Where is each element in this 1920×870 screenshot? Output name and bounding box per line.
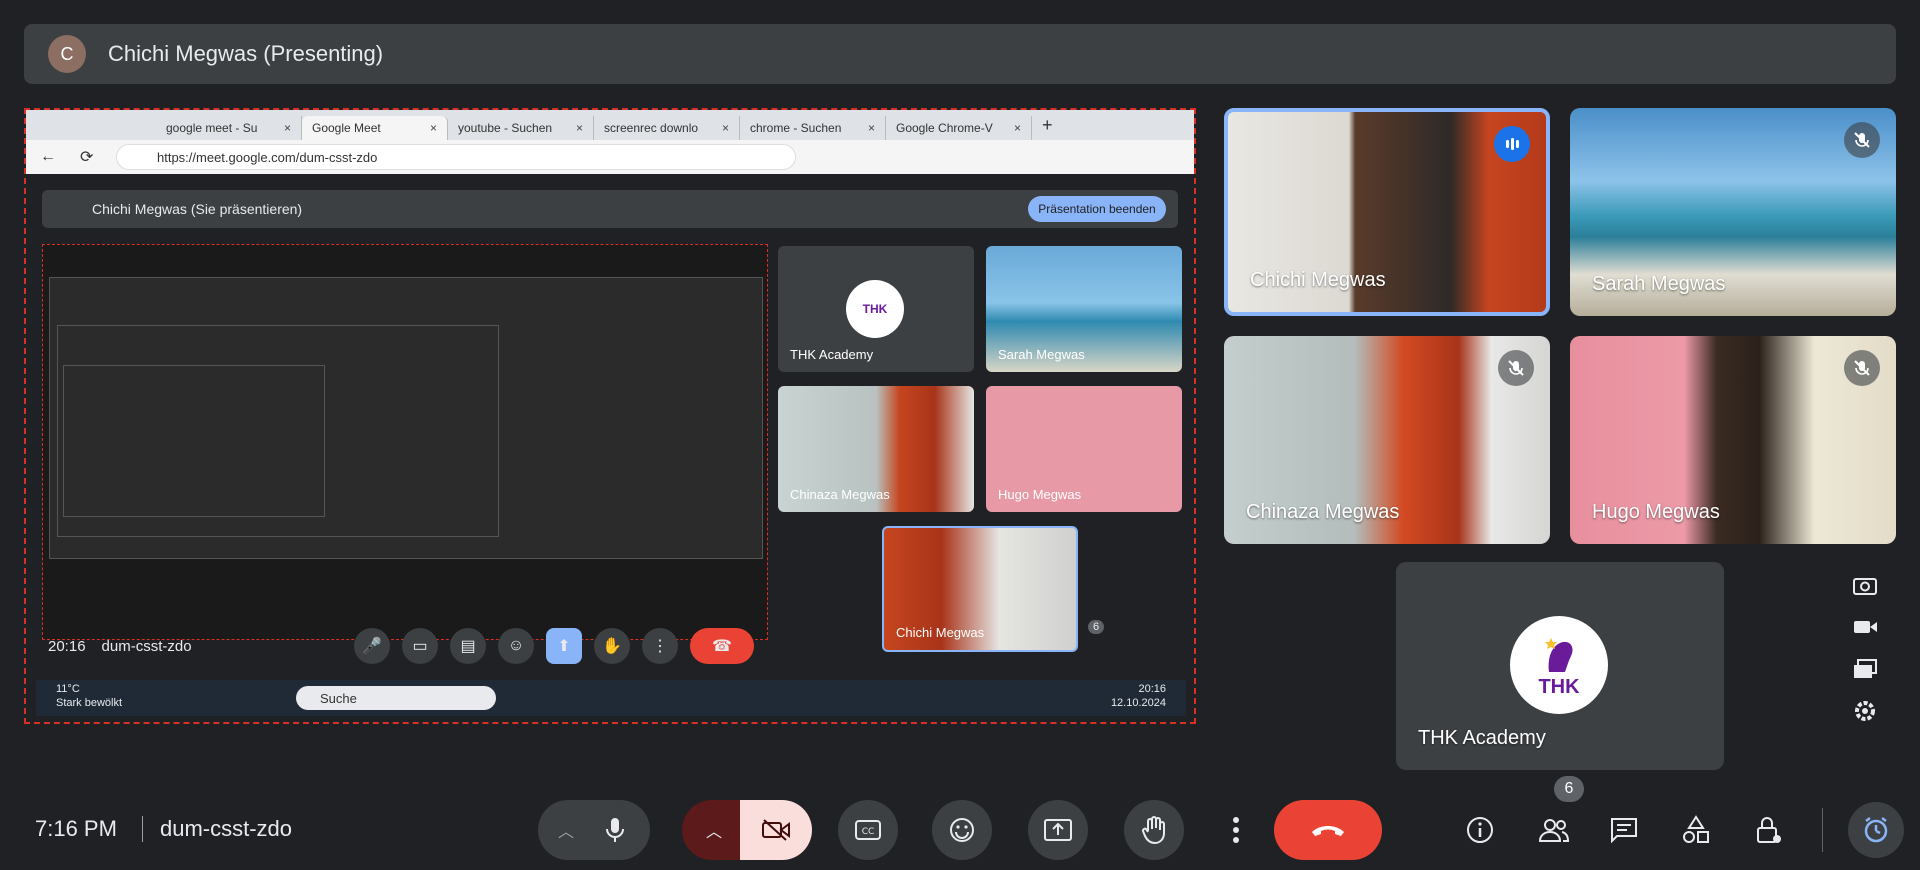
nested-level xyxy=(63,365,325,517)
meeting-info-icon[interactable] xyxy=(1456,806,1504,854)
svg-text:CC: CC xyxy=(862,827,875,837)
browser-tab[interactable]: google meet - Su × xyxy=(156,116,302,140)
people-icon[interactable] xyxy=(1530,806,1578,854)
browser-tab[interactable]: Google Chrome-V × xyxy=(886,116,1032,140)
presenter-bar: C Chichi Megwas (Presenting) xyxy=(24,24,1896,84)
speaking-indicator-icon xyxy=(1494,126,1530,162)
presenter-title: Chichi Megwas (Presenting) xyxy=(108,41,384,66)
taskbar-search[interactable]: Suche xyxy=(296,686,496,710)
mic-muted-icon xyxy=(1844,350,1880,386)
mic-button[interactable]: ︿ xyxy=(538,800,650,860)
back-icon[interactable]: ← xyxy=(40,148,56,166)
participant-tile[interactable]: Chinaza Megwas xyxy=(1224,336,1550,544)
participant-name: Sarah Megwas xyxy=(1592,273,1726,295)
inner-present-icon[interactable]: ⬆ xyxy=(546,628,582,664)
chevron-up-icon[interactable]: ︿ xyxy=(558,818,574,842)
inner-mic-icon[interactable]: 🎤 xyxy=(354,628,390,664)
taskbar-clock: 20:16 12.10.2024 xyxy=(1110,683,1166,709)
inner-tile-thk: THK THK Academy xyxy=(778,246,974,372)
end-call-button[interactable] xyxy=(1274,800,1382,860)
divider xyxy=(1822,808,1823,852)
browser-tab[interactable]: chrome - Suchen × xyxy=(740,116,886,140)
host-controls-icon[interactable] xyxy=(1744,806,1792,854)
inner-presenting-title: Chichi Megwas (Sie präsentieren) xyxy=(92,201,303,217)
url-field[interactable]: https://meet.google.com/dum-csst-zdo xyxy=(116,144,796,170)
more-options-button[interactable] xyxy=(1206,800,1266,860)
inner-more-icon[interactable]: ⋮ xyxy=(642,628,678,664)
raise-hand-button[interactable] xyxy=(1124,800,1184,860)
participant-name: Hugo Megwas xyxy=(1592,501,1720,523)
inner-emoji-icon[interactable]: ☺ xyxy=(498,628,534,664)
address-bar-row: ← ⟳ https://meet.google.com/dum-csst-zdo xyxy=(26,140,1194,174)
participant-tile[interactable]: Chichi Megwas xyxy=(1224,108,1550,316)
inner-meeting-code: dum-csst-zdo xyxy=(101,637,192,655)
inner-tile-sarah: Sarah Megwas xyxy=(986,246,1182,372)
participant-tile[interactable]: THK THK Academy xyxy=(1396,562,1724,770)
meeting-time: 7:16 PM xyxy=(35,816,117,841)
divider xyxy=(142,816,143,842)
inner-camera-icon[interactable]: ▭ xyxy=(402,628,438,664)
inner-tile-chinaza: Chinaza Megwas xyxy=(778,386,974,512)
presenter-avatar: C xyxy=(48,35,86,73)
inner-time: 20:16 xyxy=(48,637,86,655)
participant-tile[interactable]: Hugo Megwas xyxy=(1570,336,1896,544)
weather-widget[interactable]: 11°C Stark bewölkt xyxy=(56,682,122,710)
browser-tab[interactable]: Google Meet × xyxy=(302,116,448,140)
emoji-button[interactable] xyxy=(932,800,992,860)
inner-hand-icon[interactable]: ✋ xyxy=(594,628,630,664)
settings-icon[interactable] xyxy=(1848,694,1882,728)
inner-end-call-icon[interactable]: ☎ xyxy=(690,628,754,664)
people-count-badge: 6 xyxy=(1554,776,1584,802)
thk-logo-icon: THK xyxy=(1510,616,1608,714)
activities-icon[interactable] xyxy=(1672,806,1720,854)
browser-tabstrip: google meet - Su × Google Meet × youtube -… xyxy=(26,110,1194,140)
participant-name: Chinaza Megwas xyxy=(1246,501,1400,523)
timer-icon[interactable] xyxy=(1848,802,1904,858)
participant-name: Chichi Megwas xyxy=(1250,269,1386,291)
participant-tile[interactable]: Sarah Megwas xyxy=(1570,108,1896,316)
screenshot-icon[interactable] xyxy=(1848,568,1882,602)
new-tab-icon[interactable]: + xyxy=(1042,115,1053,136)
camera-off-icon[interactable] xyxy=(740,800,812,860)
nested-screen-recursion xyxy=(42,244,768,640)
present-button[interactable] xyxy=(1028,800,1088,860)
mic-muted-icon xyxy=(1498,350,1534,386)
meeting-code: dum-csst-zdo xyxy=(160,816,293,841)
chevron-up-icon[interactable]: ︿ xyxy=(706,818,722,842)
inner-tile-hugo: Hugo Megwas xyxy=(986,386,1182,512)
windows-icon[interactable] xyxy=(1848,652,1882,686)
meeting-controls-bar: 7:16 PM dum-csst-zdo ︿ ︿ CC 6 xyxy=(0,776,1920,870)
inner-presenting-bar: Chichi Megwas (Sie präsentieren) Präsent… xyxy=(42,190,1178,228)
reload-icon[interactable]: ⟳ xyxy=(80,147,93,167)
inner-meet-view: Chichi Megwas (Sie präsentieren) Präsent… xyxy=(36,178,1186,716)
browser-tab[interactable]: screenrec downlo × xyxy=(594,116,740,140)
chat-icon[interactable] xyxy=(1600,806,1648,854)
shared-screen: google meet - Su × Google Meet × youtube -… xyxy=(24,108,1196,724)
browser-tab[interactable]: youtube - Suchen × xyxy=(448,116,594,140)
inner-captions-icon[interactable]: ▤ xyxy=(450,628,486,664)
inner-people-count: 6 xyxy=(1088,620,1105,634)
record-video-icon[interactable] xyxy=(1848,610,1882,644)
captions-button[interactable]: CC xyxy=(838,800,898,860)
mic-muted-icon xyxy=(1844,122,1880,158)
stop-presenting-button[interactable]: Präsentation beenden xyxy=(1028,196,1166,222)
thk-logo-icon: THK xyxy=(846,280,904,338)
participant-name: THK Academy xyxy=(1418,727,1546,749)
inner-controls-bar: 20:16 dum-csst-zdo 🎤 ▭ ▤ ☺ ⬆ ✋ ⋮ ☎ 6 xyxy=(36,616,1186,676)
camera-button[interactable]: ︿ xyxy=(682,800,812,860)
side-tools xyxy=(1848,568,1890,736)
windows-taskbar: 11°C Stark bewölkt Suche 20:16 12.10.202… xyxy=(36,680,1186,716)
